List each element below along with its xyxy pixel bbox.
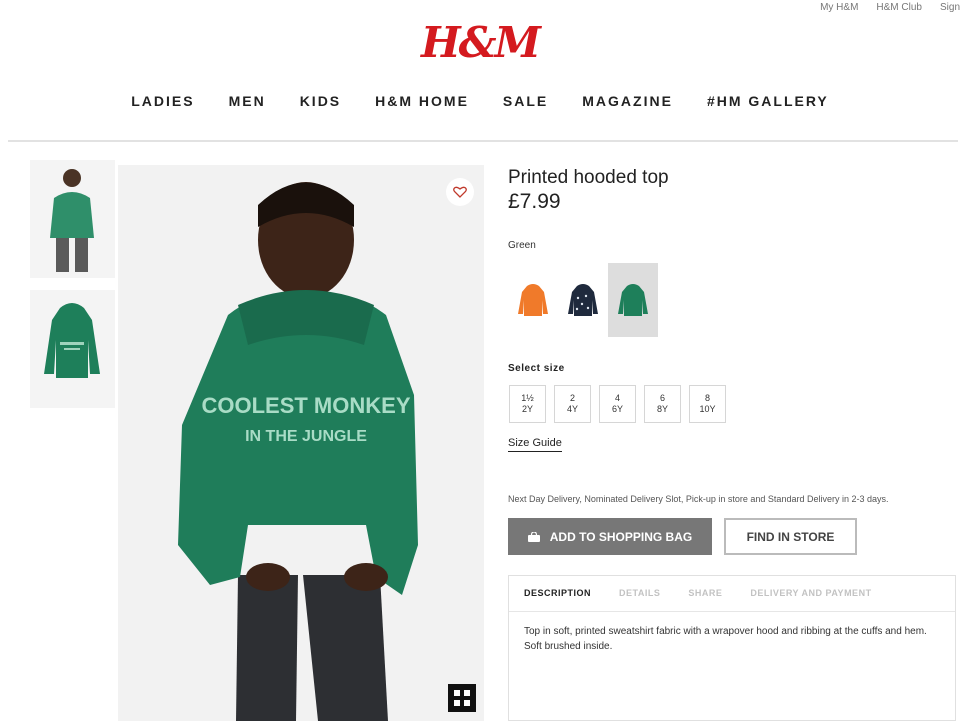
model-photo: COOLEST MONKEY IN THE JUNGLE (118, 165, 484, 721)
tab-delivery-payment[interactable]: DELIVERY AND PAYMENT (750, 588, 871, 611)
swatch-orange[interactable] (508, 263, 558, 337)
nav-hm-gallery[interactable]: #HM GALLERY (707, 93, 829, 109)
product-description: Top in soft, printed sweatshirt fabric w… (524, 626, 927, 652)
thumbnail-model-image (50, 169, 94, 272)
size-age-bottom: 2Y (521, 404, 533, 414)
size-option-6y[interactable]: 4 6Y (599, 385, 636, 423)
find-in-store-button[interactable]: FIND IN STORE (724, 518, 857, 555)
bag-icon (527, 531, 540, 542)
swatch-green[interactable] (608, 263, 658, 337)
heart-icon (453, 186, 467, 198)
hoodie-navy-icon (568, 284, 598, 316)
color-swatches (508, 263, 658, 337)
nav-magazine[interactable]: MAGAZINE (582, 93, 673, 109)
nav-divider (8, 140, 958, 142)
size-age-top: 4 (614, 393, 620, 403)
nav-hm-home[interactable]: H&M HOME (375, 93, 469, 109)
main-nav: LADIES MEN KIDS H&M HOME SALE MAGAZINE #… (0, 93, 960, 109)
add-to-bag-label: ADD TO SHOPPING BAG (549, 529, 693, 544)
hoodie-print-line-2: IN THE JUNGLE (245, 428, 367, 445)
tab-details[interactable]: DETAILS (619, 588, 660, 611)
size-age-bottom: 8Y (656, 404, 668, 414)
size-age-top: 2 (569, 393, 575, 403)
hoodie-green-icon (618, 284, 648, 316)
nav-men[interactable]: MEN (229, 93, 266, 109)
nav-kids[interactable]: KIDS (300, 93, 341, 109)
product-info-tabs: DESCRIPTION DETAILS SHARE DELIVERY AND P… (508, 575, 956, 721)
hoodie-orange-icon (518, 284, 548, 316)
favorite-button[interactable] (446, 178, 474, 206)
nav-sale[interactable]: SALE (503, 93, 548, 109)
hoodie-print-line-1: COOLEST MONKEY (201, 393, 410, 418)
thumbnail-model[interactable] (30, 160, 115, 278)
size-option-2y[interactable]: 1½ 2Y (509, 385, 546, 423)
tab-share[interactable]: SHARE (688, 588, 722, 611)
size-age-top: 8 (704, 393, 710, 403)
product-main-image[interactable]: COOLEST MONKEY IN THE JUNGLE (118, 165, 484, 721)
brand-logo[interactable]: H&M (0, 18, 960, 67)
size-age-bottom: 10Y (699, 404, 716, 414)
zoom-icon[interactable] (448, 684, 476, 712)
select-size-label: Select size (508, 363, 565, 374)
selected-color-label: Green (508, 240, 536, 251)
product-price: £7.99 (508, 190, 561, 213)
size-option-8y[interactable]: 6 8Y (644, 385, 681, 423)
utility-links: My H&M H&M Club Sign (820, 2, 960, 13)
size-age-bottom: 4Y (566, 404, 578, 414)
size-option-10y[interactable]: 8 10Y (689, 385, 726, 423)
size-option-4y[interactable]: 2 4Y (554, 385, 591, 423)
product-title: Printed hooded top (508, 167, 669, 188)
tab-description[interactable]: DESCRIPTION (524, 588, 591, 611)
thumbnail-gallery (30, 160, 115, 420)
utility-link-my-hm[interactable]: My H&M (820, 2, 858, 13)
thumbnail-product-image (44, 303, 100, 378)
swatch-navy[interactable] (558, 263, 608, 337)
delivery-info: Next Day Delivery, Nominated Delivery Sl… (508, 494, 889, 504)
nav-ladies[interactable]: LADIES (131, 93, 194, 109)
size-age-bottom: 6Y (611, 404, 623, 414)
add-to-bag-button[interactable]: ADD TO SHOPPING BAG (508, 518, 712, 555)
utility-link-sign-in[interactable]: Sign (940, 2, 960, 13)
size-age-top: 1½ (521, 393, 534, 403)
size-options: 1½ 2Y 2 4Y 4 6Y 6 8Y 8 10Y (509, 385, 726, 423)
thumbnail-product[interactable] (30, 290, 115, 408)
tab-bar: DESCRIPTION DETAILS SHARE DELIVERY AND P… (509, 576, 955, 612)
utility-link-hm-club[interactable]: H&M Club (876, 2, 922, 13)
size-age-top: 6 (659, 393, 665, 403)
size-guide-link[interactable]: Size Guide (508, 437, 562, 452)
